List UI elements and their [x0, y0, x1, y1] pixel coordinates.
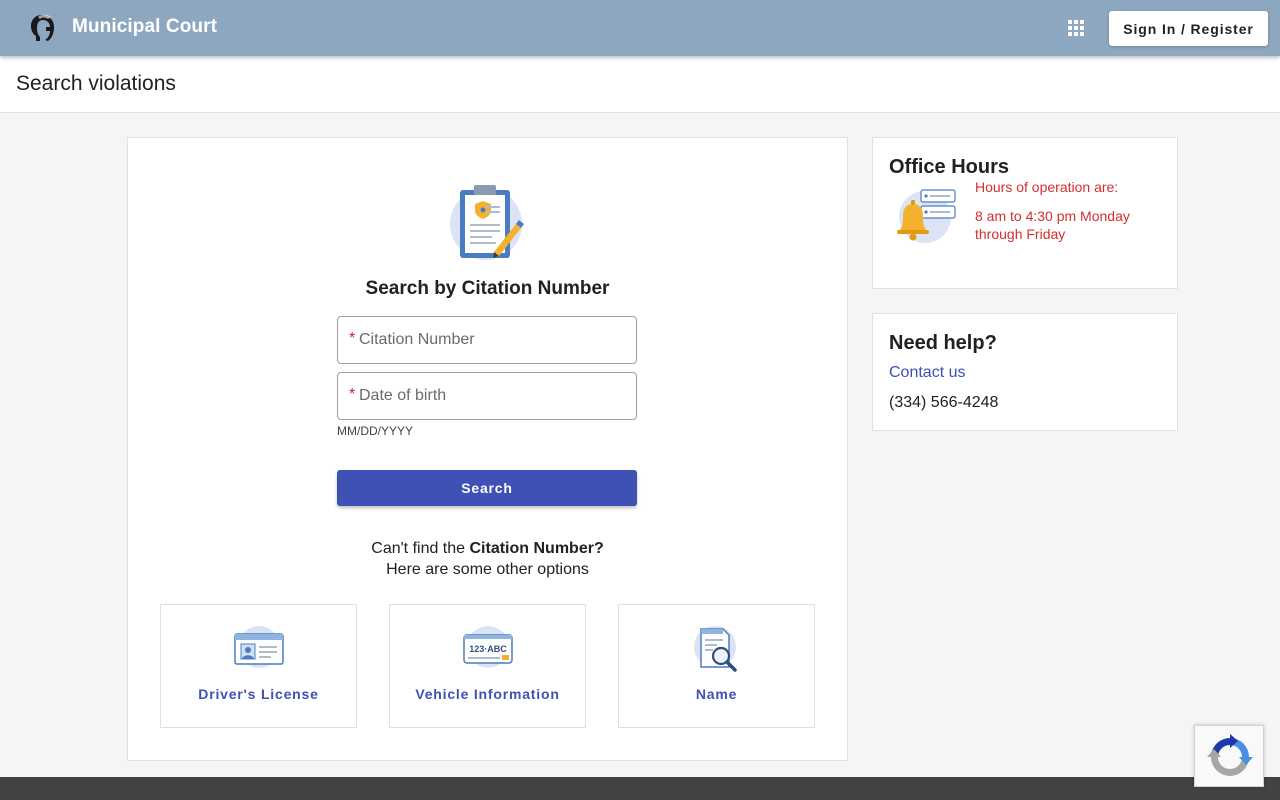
clipboard-badge-icon: [450, 185, 524, 260]
app-title[interactable]: Municipal Court: [72, 16, 217, 38]
search-button[interactable]: Search: [337, 470, 637, 506]
cant-find-prefix: Can't find the: [371, 540, 470, 557]
other-options-line: Here are some other options: [386, 561, 589, 578]
option-label: Name: [695, 686, 738, 702]
cant-find-bold: Citation Number?: [469, 540, 604, 557]
name-option[interactable]: Name: [618, 604, 815, 728]
search-heading: Search by Citation Number: [365, 278, 610, 299]
contact-us-link[interactable]: Contact us: [889, 364, 965, 382]
hours-intro-text: Hours of operation are:: [975, 179, 1119, 195]
bell-notification-icon: [897, 189, 956, 243]
option-label: Vehicle Information: [415, 686, 560, 702]
required-marker: *: [349, 330, 356, 347]
date-format-hint: MM/DD/YYYY: [337, 424, 414, 438]
citation-number-field[interactable]: *: [337, 316, 637, 364]
required-marker: *: [349, 386, 356, 403]
sign-in-register-button[interactable]: Sign In / Register: [1109, 11, 1268, 46]
citation-search-card: Search by Citation Number * * MM/DD/YYYY…: [127, 137, 848, 761]
phone-number: (334) 566-4248: [889, 394, 999, 411]
vehicle-information-option[interactable]: 123·ABC Vehicle Information: [389, 604, 586, 728]
office-hours-card: Office Hours Hours of operation are: 8 a…: [872, 137, 1178, 289]
page-header: Search violations: [0, 56, 1280, 113]
need-help-title: Need help?: [889, 332, 997, 354]
office-hours-title: Office Hours: [889, 156, 1010, 178]
page-title: Search violations: [16, 72, 176, 95]
citation-number-input[interactable]: [359, 317, 629, 363]
alternative-options-text: Can't find the Citation Number? Here are…: [128, 538, 847, 580]
id-card-icon: [234, 626, 284, 668]
license-plate-icon: 123·ABC: [463, 626, 513, 668]
svg-text:123·ABC: 123·ABC: [469, 644, 507, 654]
drivers-license-option[interactable]: Driver's License: [160, 604, 357, 728]
apps-grid-icon[interactable]: [1066, 18, 1086, 38]
recaptcha-icon: [1207, 734, 1253, 776]
hours-detail-text: 8 am to 4:30 pm Monday through Friday: [975, 208, 1130, 242]
date-of-birth-field[interactable]: *: [337, 372, 637, 420]
recaptcha-badge[interactable]: [1194, 725, 1264, 787]
cant-find-line: Can't find the Citation Number?: [128, 538, 847, 559]
spartan-helmet-icon[interactable]: [28, 13, 56, 43]
need-help-card: Need help? Contact us (334) 566-4248: [872, 313, 1178, 431]
document-search-icon: [694, 626, 737, 672]
top-app-bar: Municipal Court Sign In / Register: [0, 0, 1280, 56]
option-label: Driver's License: [198, 686, 319, 702]
footer-bar: [0, 777, 1280, 800]
date-of-birth-input[interactable]: [359, 373, 629, 419]
